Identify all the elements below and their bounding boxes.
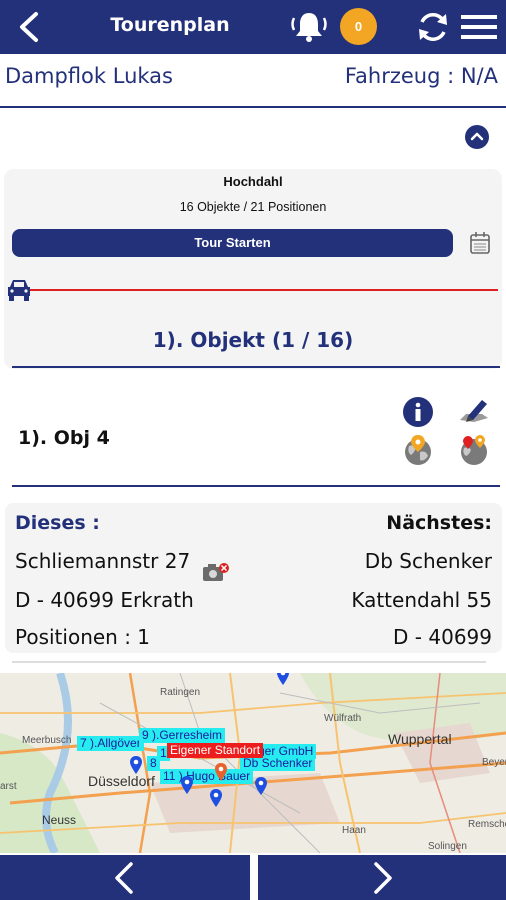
map-label-dusseldorf: Düsseldorf	[88, 773, 155, 789]
hamburger-menu-icon[interactable]	[460, 12, 498, 42]
map-label-kaarst: arst	[0, 781, 17, 792]
refresh-icon[interactable]	[414, 8, 452, 46]
info-icon[interactable]	[402, 396, 434, 428]
next-city: D - 40699	[393, 625, 492, 649]
camera-disabled-icon[interactable]	[202, 562, 230, 584]
divider	[12, 661, 486, 663]
globe-location-icon[interactable]	[402, 434, 434, 466]
map-tag-own-location[interactable]: Eigener Standort	[167, 743, 264, 758]
map-pin-icon[interactable]	[209, 789, 223, 809]
current-city: D - 40699 Erkrath	[15, 588, 194, 612]
next-street: Kattendahl 55	[351, 588, 492, 612]
calendar-icon[interactable]	[469, 231, 491, 255]
previous-object-button[interactable]	[0, 855, 250, 900]
notification-badge[interactable]: 0	[340, 8, 377, 45]
next-name: Db Schenker	[364, 549, 492, 573]
divider	[0, 106, 506, 108]
next-stop-label: Nächstes:	[386, 512, 492, 534]
map-label-wulfrath: Wülfrath	[324, 713, 362, 724]
stop-details-card: Dieses : Nächstes: Schliemannstr 27 D - …	[5, 503, 502, 653]
alarm-bell-icon[interactable]	[289, 8, 329, 46]
map-label-haan: Haan	[342, 825, 366, 836]
chevron-left-icon	[115, 862, 133, 894]
map-label-remscheid: Remscheid	[468, 819, 506, 830]
object-name: 1). Obj 4	[18, 427, 110, 449]
map-pin-icon[interactable]	[180, 776, 194, 796]
page-title: Tourenplan	[110, 14, 230, 36]
map-label-wuppertal: Wuppertal	[388, 731, 452, 747]
map-label-beyer: Beyer	[482, 757, 506, 768]
map-pin-icon[interactable]	[254, 777, 268, 797]
map-label-neuss: Neuss	[42, 813, 77, 827]
map-label-meerbusch: Meerbusch	[22, 735, 72, 746]
map-tag-stop-7[interactable]: 7 ).Allgöver	[77, 736, 144, 751]
signature-pen-icon[interactable]	[458, 396, 490, 428]
tour-progress-track	[28, 289, 498, 291]
back-arrow-icon[interactable]	[10, 8, 48, 46]
divider	[12, 485, 500, 487]
object-heading: 1). Objekt (1 / 16)	[152, 328, 354, 352]
start-tour-button[interactable]: Tour Starten	[12, 229, 453, 257]
bottom-navigation	[0, 853, 506, 900]
map-pin-icon[interactable]	[276, 673, 290, 687]
tour-card: Hochdahl 16 Objekte / 21 Positionen Tour…	[4, 169, 502, 369]
app-header: Tourenplan 0	[0, 0, 506, 54]
chevron-right-icon	[374, 862, 392, 894]
car-icon	[8, 280, 30, 301]
map-pin-icon[interactable]	[129, 756, 143, 776]
own-location-pin-icon[interactable]	[214, 763, 228, 783]
next-object-button[interactable]	[258, 855, 506, 900]
map-tag-stop-11[interactable]: 11 ).Hugo Bauer	[160, 769, 254, 784]
collapse-chevron-up-icon[interactable]	[465, 125, 489, 149]
route-map[interactable]: Ratingen Wülfrath Wuppertal Meerbusch Dü…	[0, 673, 506, 853]
divider	[12, 366, 500, 368]
current-positions: Positionen : 1	[15, 625, 151, 649]
driver-name: Dampflok Lukas	[5, 64, 173, 88]
globe-route-icon[interactable]	[458, 434, 490, 466]
map-label-ratingen: Ratingen	[160, 687, 201, 698]
vehicle-label: Fahrzeug : N/A	[344, 64, 498, 88]
map-label-solingen: Solingen	[428, 841, 467, 852]
current-stop-label: Dieses :	[15, 512, 100, 534]
current-street: Schliemannstr 27	[15, 549, 191, 573]
tour-counts: 16 Objekte / 21 Positionen	[179, 200, 327, 214]
map-tag-stop-9[interactable]: 9 ).Gerresheim	[139, 728, 226, 743]
tour-place: Hochdahl	[223, 174, 283, 189]
